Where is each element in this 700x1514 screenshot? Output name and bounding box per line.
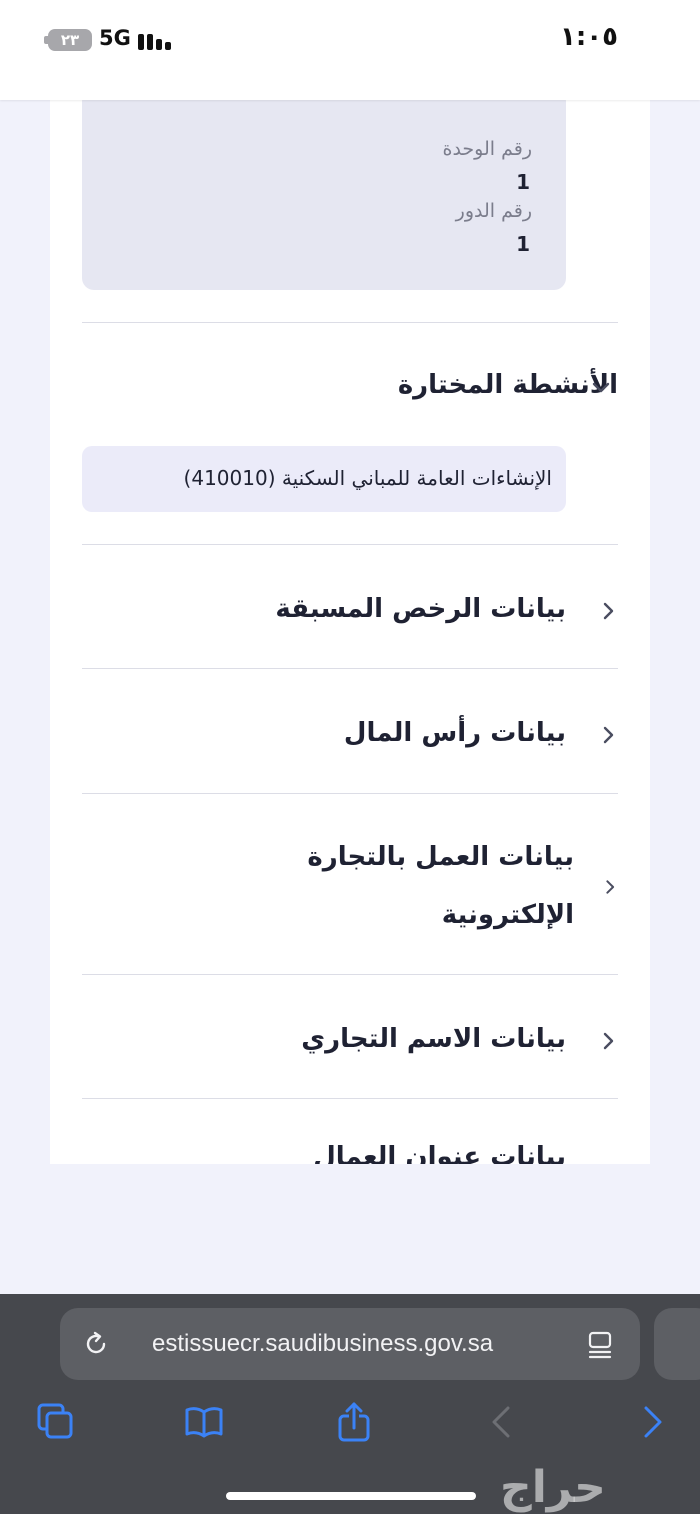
home-indicator[interactable] [226, 1492, 476, 1500]
section-title: الأنشطة المختارة [397, 370, 618, 400]
section-title-line2: الإلكترونية [441, 900, 574, 930]
address-bar[interactable]: estissuecr.saudibusiness.gov.sa [60, 1308, 640, 1380]
browser-toolbar: estissuecr.saudibusiness.gov.sa حراج [0, 1294, 700, 1514]
bookmarks-icon[interactable] [184, 1402, 224, 1442]
activity-chip: الإنشاءات العامة للمباني السكنية (410010… [82, 446, 566, 512]
section-title: بيانات عنوان العمال [313, 1142, 566, 1164]
section-prior-licenses[interactable]: بيانات الرخص المسبقة [82, 586, 618, 636]
chevron-left-icon [603, 1032, 614, 1050]
forward-icon[interactable] [632, 1402, 672, 1442]
next-tab-peek[interactable] [654, 1308, 700, 1380]
activity-label: الإنشاءات العامة للمباني السكنية (410010… [183, 466, 552, 490]
chevron-down-icon [592, 382, 610, 393]
battery-indicator: ٢٣ [48, 29, 92, 51]
divider [82, 668, 618, 669]
section-selected-activities[interactable]: الأنشطة المختارة [82, 362, 618, 412]
network-type: 5G [99, 26, 131, 50]
section-work-address[interactable]: بيانات عنوان العمال [82, 1142, 618, 1164]
floor-number-label: رقم الدور [455, 200, 532, 222]
signal-icon [138, 30, 172, 50]
unit-number-value: 1 [516, 170, 530, 194]
section-title-line1: بيانات العمل بالتجارة [307, 842, 574, 872]
floor-number-value: 1 [516, 232, 530, 256]
section-capital[interactable]: بيانات رأس المال [82, 710, 618, 760]
section-trade-name[interactable]: بيانات الاسم التجاري [82, 1016, 618, 1066]
share-icon[interactable] [334, 1402, 374, 1442]
unit-number-label: رقم الوحدة [442, 138, 533, 160]
section-title: بيانات الرخص المسبقة [275, 594, 566, 624]
divider [82, 793, 618, 794]
reader-icon[interactable] [586, 1330, 614, 1360]
chevron-left-icon [603, 602, 614, 620]
clock: ١:٠٥ [559, 22, 618, 52]
chevron-left-icon [603, 726, 614, 744]
tabs-icon[interactable] [36, 1402, 76, 1442]
unit-info-box: رقم الوحدة 1 رقم الدور 1 [82, 100, 566, 290]
status-bar: ٢٣ 5G ١:٠٥ [0, 0, 700, 100]
chevron-left-icon [606, 880, 615, 894]
watermark: حراج [500, 1462, 606, 1513]
section-title: بيانات رأس المال [343, 718, 566, 748]
section-ecommerce[interactable]: بيانات العمل بالتجارة الإلكترونية [82, 830, 618, 950]
divider [82, 322, 618, 323]
divider [82, 974, 618, 975]
section-title: بيانات الاسم التجاري [301, 1024, 566, 1054]
content-card: رقم الوحدة 1 رقم الدور 1 الأنشطة المختار… [50, 100, 650, 1164]
divider [82, 544, 618, 545]
url-text: estissuecr.saudibusiness.gov.sa [152, 1330, 494, 1357]
divider [82, 1098, 618, 1099]
reload-icon[interactable] [82, 1330, 110, 1358]
back-icon[interactable] [482, 1402, 522, 1442]
